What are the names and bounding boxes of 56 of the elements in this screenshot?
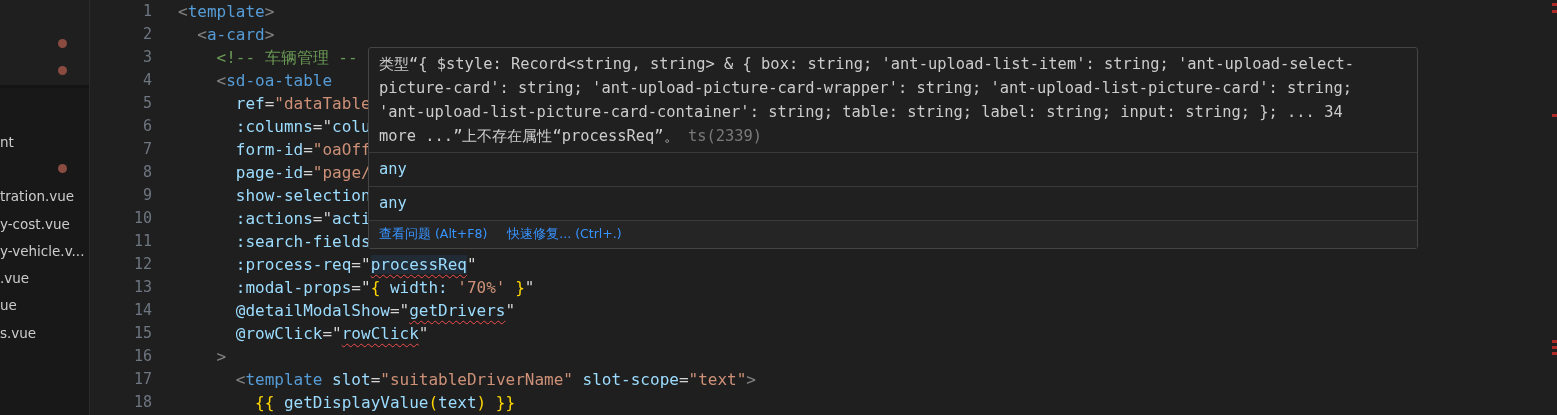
code-line: @detailModalShow="getDrivers" [235,301,516,320]
file-name[interactable]: .vue [0,270,30,287]
action-link[interactable]: 快速修复... (Ctrl+.) [507,226,622,243]
code-line: <template> [178,2,275,21]
code-line: :search-fields [235,232,371,251]
error-marker [1552,3,1557,6]
code-line: <template slot="suitableDriverName" slot-scope="text"> [235,370,756,389]
code-line: @rowClick="rowClick" [235,324,429,343]
error-marker [1552,114,1557,117]
file-name[interactable]: nt [0,133,14,150]
file-name[interactable]: ue [0,297,17,314]
line-number: 9 [141,185,153,206]
file-name[interactable]: s.vue [0,324,37,341]
code-line: ref="dataTable [235,94,371,113]
error-marker [1552,352,1557,355]
code-line: <sd-oa-table [216,71,333,90]
line-number: 17 [132,369,153,390]
line-number: 11 [132,231,153,252]
line-number: 14 [132,300,153,321]
code-line: :actions="acti [235,209,371,228]
line-number: 7 [141,139,153,160]
line-number: 2 [141,24,153,45]
error-message-line: picture-card': string; 'ant-upload-picture-card-wrapper': string; 'ant-upload-list-picture-card': string; [379,78,1353,99]
code-line: <a-card> [197,25,275,44]
action-link[interactable]: 查看问题 (Alt+F8) [379,226,488,243]
code-line: :modal-props="{ width: '70%' }" [235,278,535,297]
error-message-line: more ...”上不存在属性“processReq”。 ts(2339) [379,126,763,147]
line-number: 1 [141,1,153,22]
code-line: show-selection [235,186,371,205]
line-number: 18 [132,392,153,413]
code-line: > [216,347,227,366]
code-line: :process-req="processReq" [235,255,477,274]
line-number: 15 [132,323,153,344]
file-name[interactable]: tration.vue [0,188,75,205]
line-number: 6 [141,116,153,137]
line-number: 10 [132,208,153,229]
error-message-line: 类型“{ $style: Record<string, string> & { box: string; 'ant-upload-list-item': string; 'ant-upload-select- [379,54,1356,75]
line-number: 16 [132,346,153,367]
code-line: page-id="page/ [235,163,371,182]
line-number: 3 [141,47,153,68]
error-message-line: 'ant-upload-list-picture-card-container': string; table: string; label: string; input: string; }; ... 34 [379,102,1344,123]
code-line: form-id="oaOff [235,140,371,159]
line-number: 13 [132,277,153,298]
error-code: ts(2339) [687,127,762,145]
line-number: 12 [132,254,153,275]
error-marker [1552,10,1557,13]
error-marker [1552,340,1557,343]
error-marker [1552,346,1557,349]
code-line: {{ getDisplayValue(text) }} [255,393,516,412]
file-name[interactable]: y-vehicle.v... [0,242,85,259]
type-info: any [369,152,1417,186]
file-name[interactable]: y-cost.vue [0,215,70,232]
line-number: 8 [141,162,153,183]
line-number: 5 [141,93,153,114]
line-number: 4 [141,70,153,91]
code-line: <!-- 车辆管理 -- [216,48,358,67]
